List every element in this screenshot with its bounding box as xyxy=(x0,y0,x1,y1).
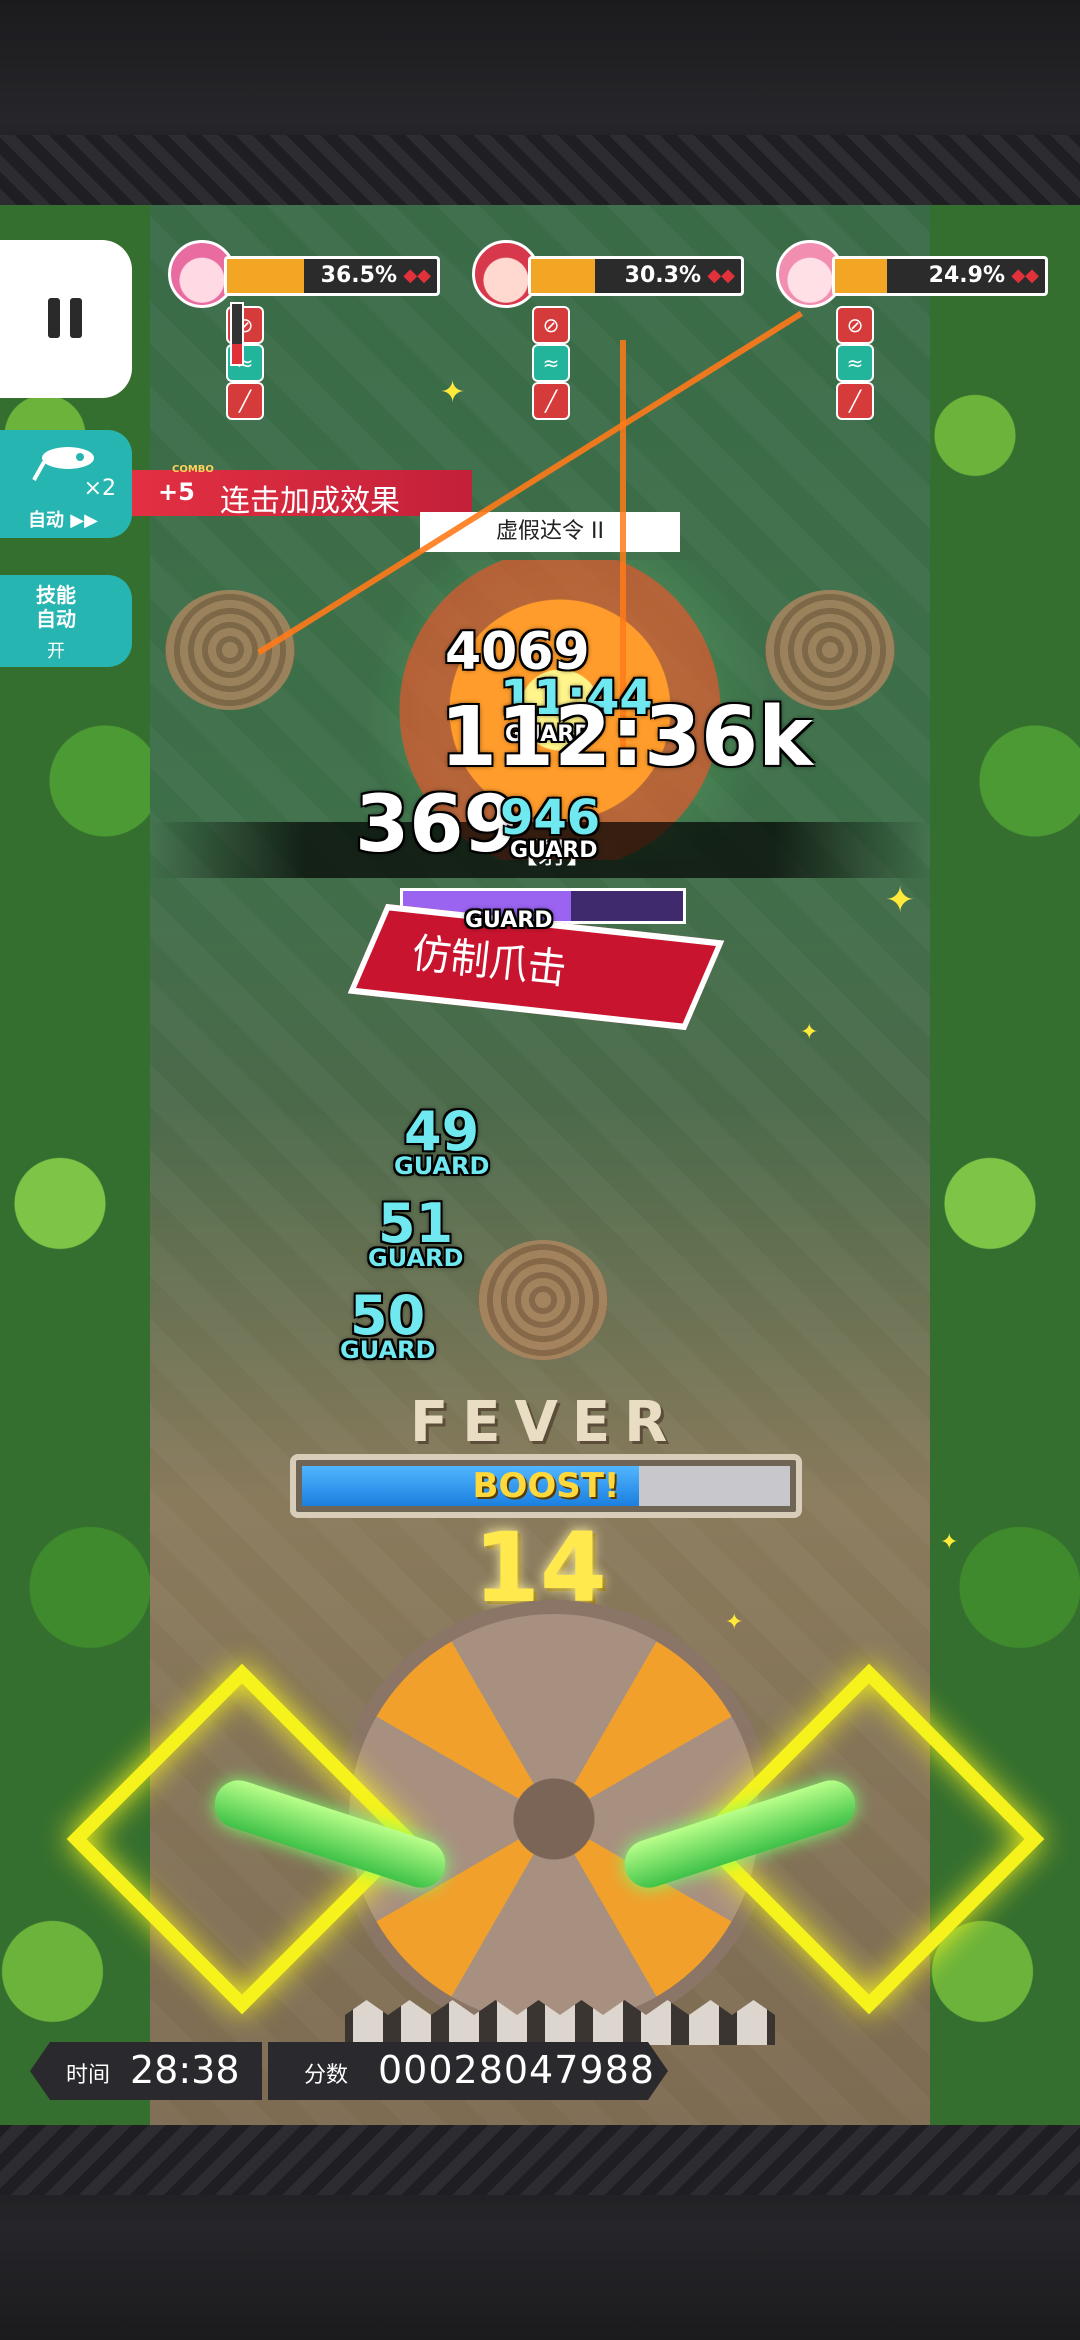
spark-effect: ✦ xyxy=(440,375,466,410)
auto-play-button[interactable]: ×2 自动 ▶▶ xyxy=(0,430,132,538)
skill-auto-state: 开 xyxy=(47,641,65,662)
guard-label: GUARD xyxy=(465,908,553,933)
combo-bonus-label: 连击加成效果 xyxy=(220,484,400,519)
attack-down-icon: ⊘ xyxy=(836,306,874,344)
hp-percent: 30.3% xyxy=(624,263,701,288)
spark-effect: ✦ xyxy=(940,1530,959,1555)
auto-multiplier: ×2 xyxy=(83,476,116,501)
wing-buff-icon: ≈ xyxy=(836,344,874,382)
sword-down-icon: ╱ xyxy=(226,382,264,420)
sword-down-icon: ╱ xyxy=(532,382,570,420)
damage-number: 112:36k xyxy=(440,690,813,785)
fever-gauge: BOOST! xyxy=(290,1454,802,1518)
hp-percent: 24.9% xyxy=(928,263,1005,288)
hp-bar: 36.5% ◆◆ xyxy=(224,256,440,296)
score-value: 00028047988 xyxy=(378,2048,655,2092)
spark-effect: ✦ xyxy=(800,1020,819,1045)
element-gem-icon: ◆◆ xyxy=(707,265,735,286)
boss-name: 虚假达令 II xyxy=(420,512,680,552)
element-gem-icon: ◆◆ xyxy=(1011,265,1039,286)
time-value: 28:38 xyxy=(130,2048,240,2092)
fever-label: FEVER xyxy=(410,1390,682,1455)
damage-number: 369 xyxy=(355,780,518,870)
hp-bar: 30.3% ◆◆ xyxy=(528,256,744,296)
time-panel: 时间 28:38 xyxy=(30,2042,262,2100)
combo-tag: COMBO xyxy=(172,464,214,475)
auto-label: 自动 ▶▶ xyxy=(28,510,98,531)
boost-label: BOOST! xyxy=(472,1466,620,1506)
time-label: 时间 xyxy=(66,2063,111,2088)
buff-list: ⊘≈╱ xyxy=(836,306,882,420)
tree-stump xyxy=(165,590,295,710)
score-label: 分数 xyxy=(304,2063,349,2088)
top-frame xyxy=(0,0,1080,205)
skill-auto-label: 技能 自动 xyxy=(36,583,76,631)
score-panel: 分数 00028047988 xyxy=(268,2042,668,2100)
wing-buff-icon: ≈ xyxy=(532,344,570,382)
tree-stump xyxy=(478,1240,608,1360)
spark-effect: ✦ xyxy=(725,1610,744,1635)
attack-down-icon: ⊘ xyxy=(532,306,570,344)
hp-bar: 24.9% ◆◆ xyxy=(832,256,1048,296)
hp-fill xyxy=(531,259,595,293)
guard-label: GUARD xyxy=(368,1244,464,1272)
limit-gauge xyxy=(230,302,244,366)
guard-label: GUARD xyxy=(340,1336,436,1364)
hp-percent: 36.5% xyxy=(320,263,397,288)
guard-label: GUARD xyxy=(510,838,598,863)
combo-bonus-value: +5 xyxy=(158,478,195,506)
bottom-frame xyxy=(0,2125,1080,2340)
pause-button[interactable] xyxy=(0,240,132,398)
skill-auto-button[interactable]: 技能 自动 开 xyxy=(0,575,132,667)
combo-bonus-strip: COMBO +5 连击加成效果 xyxy=(132,464,472,519)
hp-fill xyxy=(227,259,304,293)
spark-effect: ✦ xyxy=(885,880,916,921)
element-gem-icon: ◆◆ xyxy=(403,265,431,286)
sword-down-icon: ╱ xyxy=(836,382,874,420)
buff-list: ⊘≈╱ xyxy=(532,306,578,420)
hp-fill xyxy=(835,259,888,293)
guard-label: GUARD xyxy=(394,1152,490,1180)
